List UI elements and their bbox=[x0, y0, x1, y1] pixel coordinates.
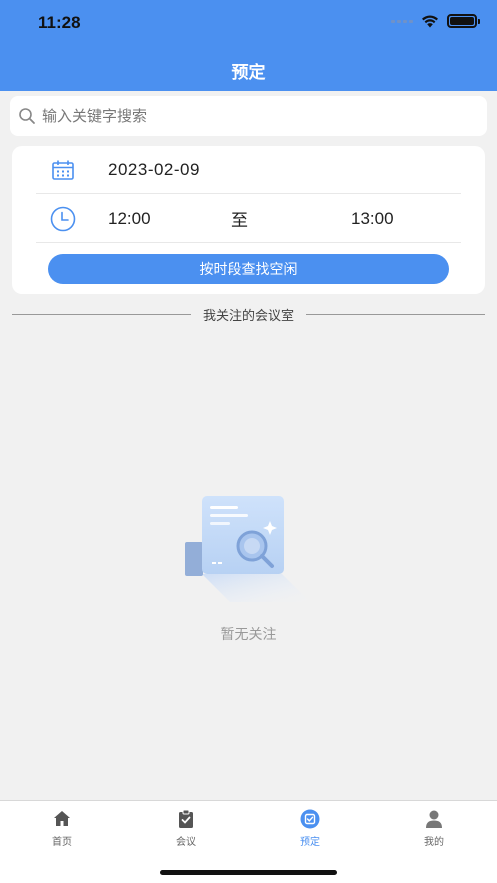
wifi-icon bbox=[422, 15, 438, 27]
page-title: 预定 bbox=[231, 63, 266, 83]
search-icon bbox=[19, 108, 35, 124]
search-input[interactable] bbox=[42, 107, 462, 125]
tab-label: 首页 bbox=[52, 837, 72, 848]
tab-label: 会议 bbox=[176, 837, 196, 848]
booking-card: 2023-02-09 12:00 至 13:00 按时段查找空闲 bbox=[12, 146, 485, 294]
status-icons bbox=[391, 14, 480, 28]
divider-line-right bbox=[306, 313, 486, 315]
section-title: 我关注的会议室 bbox=[203, 308, 295, 324]
tab-label: 预定 bbox=[300, 837, 320, 848]
divider-line-left bbox=[12, 313, 191, 315]
status-time: 11:28 bbox=[38, 13, 81, 32]
tab-meetings[interactable]: 会议 bbox=[124, 809, 248, 848]
clipboard-check-icon bbox=[179, 809, 193, 828]
empty-state-text: 暂无关注 bbox=[220, 627, 277, 643]
find-free-button[interactable]: 按时段查找空闲 bbox=[48, 254, 449, 284]
date-row[interactable]: 2023-02-09 bbox=[36, 146, 461, 194]
tab-booking[interactable]: 预定 bbox=[248, 809, 372, 848]
booking-icon bbox=[300, 809, 320, 829]
tab-label: 我的 bbox=[424, 837, 444, 848]
date-value[interactable]: 2023-02-09 bbox=[108, 160, 200, 180]
battery-icon bbox=[447, 14, 480, 28]
clock-icon bbox=[49, 206, 77, 232]
time-separator: 至 bbox=[231, 211, 248, 231]
start-time[interactable]: 12:00 bbox=[108, 209, 151, 229]
cellular-signal-icon bbox=[391, 19, 413, 23]
time-row: 12:00 至 13:00 bbox=[36, 195, 461, 243]
calendar-icon bbox=[49, 160, 77, 180]
tab-home[interactable]: 首页 bbox=[0, 809, 124, 848]
followed-section-header: 我关注的会议室 bbox=[12, 304, 486, 324]
empty-state-illustration bbox=[185, 496, 310, 602]
user-icon bbox=[426, 810, 442, 828]
header-bar: 11:28 预定 bbox=[0, 0, 497, 91]
tab-mine[interactable]: 我的 bbox=[372, 809, 496, 848]
search-bar[interactable] bbox=[10, 96, 487, 136]
end-time[interactable]: 13:00 bbox=[351, 209, 394, 229]
home-indicator bbox=[160, 870, 337, 875]
home-icon bbox=[54, 811, 70, 826]
